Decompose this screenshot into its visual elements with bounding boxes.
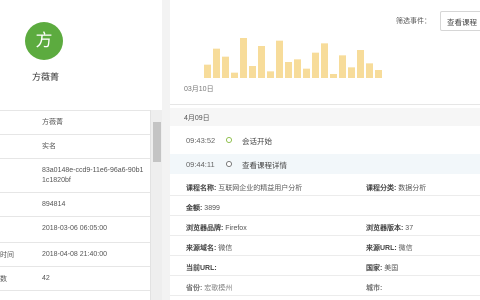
detail-row: 课程名称: 互联网企业的精益用户分析 课程分类: 数据分析 <box>170 176 480 196</box>
profile-row-value: 2018-04-08 21:40:00 <box>42 251 107 258</box>
event-details: 课程名称: 互联网企业的精益用户分析 课程分类: 数据分析 金额: 3899 浏… <box>170 176 480 296</box>
chart-bar <box>231 72 238 78</box>
timeline-date-header: 4月09日 <box>170 108 480 126</box>
profile-row-value: 83a0148e-ccd9-11e6-96a6-90b11c1820bf <box>42 167 144 184</box>
profile-row-value: 方薇菁 <box>42 119 63 126</box>
chart-bar <box>222 56 229 78</box>
profile-row-value: 42 <box>42 275 50 282</box>
chart-bar <box>357 50 364 78</box>
chart-bar <box>213 48 220 78</box>
detail-value: 互联网企业的精益用户分析 <box>218 185 303 192</box>
detail-label: 来源域名: <box>186 245 217 252</box>
event-dot-icon <box>226 161 232 167</box>
profile-scrollbar[interactable] <box>150 110 162 300</box>
chart-bar <box>321 43 328 78</box>
detail-label: 国家: <box>366 265 383 272</box>
detail-value: 微信 <box>218 245 233 252</box>
detail-row: 省份: 宏歌模州 城市: <box>170 276 480 296</box>
detail-label: 浏览器品牌: <box>186 225 224 232</box>
profile-row-label: 时间 <box>0 252 14 259</box>
detail-row: 来源域名: 微信 来源URL: 微信 <box>170 236 480 256</box>
chart-x-label: 03月10日 <box>184 86 214 93</box>
chart-bar <box>294 59 301 78</box>
event-filter-select[interactable]: 查看课程 <box>440 11 480 31</box>
detail-label: 来源URL: <box>366 245 397 252</box>
detail-value: 微信 <box>398 245 413 252</box>
profile-row: 时间 2018-04-08 21:40:00 <box>0 243 150 267</box>
detail-value: 37 <box>405 225 414 232</box>
profile-attributes: 方薇菁 实名 83a0148e-ccd9-11e6-96a6-90b11c182… <box>0 110 150 291</box>
profile-panel: 方 方薇菁 方薇菁 实名 83a0148e-ccd9-11e6-96a6-90b… <box>0 0 162 300</box>
detail-label: 浏览器版本: <box>366 225 404 232</box>
detail-value: 数据分析 <box>398 185 427 192</box>
event-name: 会话开始 <box>242 137 272 146</box>
chart-bar <box>330 74 337 78</box>
profile-row-value: 实名 <box>42 143 56 150</box>
detail-value: 3899 <box>204 205 220 212</box>
chart-bar <box>240 38 247 78</box>
detail-value: 宏歌模州 <box>204 285 233 292</box>
detail-value: Firefox <box>225 225 247 232</box>
profile-row: 数 42 <box>0 267 150 291</box>
event-dot-icon <box>226 137 232 143</box>
chart-bar <box>303 68 310 78</box>
profile-row: 894814 <box>0 193 150 217</box>
chart-bar <box>258 46 265 78</box>
profile-row: 实名 <box>0 135 150 159</box>
chart-bar <box>312 52 319 78</box>
detail-value: 美国 <box>384 265 399 272</box>
chart-bar <box>204 64 211 78</box>
chart-bar <box>249 66 256 78</box>
filter-label: 筛选事件： <box>396 18 431 25</box>
timeline-event[interactable]: 09:43:52 会话开始 <box>170 130 480 150</box>
activity-bar-chart <box>204 38 382 78</box>
detail-label: 金额: <box>186 205 203 212</box>
chart-bar <box>339 55 346 78</box>
event-name: 查看课程详情 <box>242 161 287 170</box>
user-name: 方薇菁 <box>32 72 60 82</box>
avatar: 方 <box>25 22 63 60</box>
profile-row-label: 数 <box>0 276 7 283</box>
scrollbar-thumb[interactable] <box>153 122 161 162</box>
detail-label: 课程分类: <box>366 185 397 192</box>
timeline-event-selected[interactable]: 09:44:11 查看课程详情 <box>170 154 480 174</box>
profile-row: 83a0148e-ccd9-11e6-96a6-90b11c1820bf <box>0 159 150 193</box>
event-time: 09:44:11 <box>186 160 215 169</box>
divider <box>170 104 480 105</box>
detail-label: 当前URL: <box>186 265 217 272</box>
chart-bar <box>375 70 382 78</box>
detail-label: 课程名称: <box>186 185 217 192</box>
profile-row: 方薇菁 <box>0 111 150 135</box>
chart-bar <box>285 62 292 78</box>
profile-row: 2018-03-06 06:05:00 <box>0 217 150 243</box>
event-time: 09:43:52 <box>186 136 216 145</box>
event-panel: 筛选事件： 查看课程 03月10日 4月09日 09:43:52 会话开始 09… <box>170 0 480 300</box>
chart-bar <box>267 71 274 78</box>
detail-row: 浏览器品牌: Firefox 浏览器版本: 37 <box>170 216 480 236</box>
detail-label: 城市: <box>366 285 383 292</box>
profile-row-value: 894814 <box>42 201 66 208</box>
detail-row: 金额: 3899 <box>170 196 480 216</box>
detail-row: 当前URL: 国家: 美国 <box>170 256 480 276</box>
chart-bar <box>348 67 355 78</box>
chart-bar <box>366 63 373 78</box>
chart-bar <box>276 40 283 78</box>
profile-row-value: 2018-03-06 06:05:00 <box>42 225 107 232</box>
detail-label: 省份: <box>186 285 203 292</box>
